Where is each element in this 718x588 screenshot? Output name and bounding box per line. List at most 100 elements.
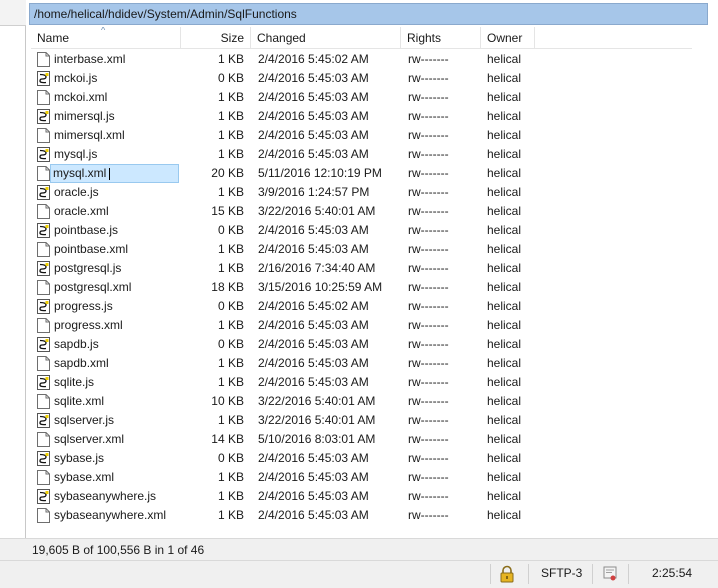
file-owner: helical xyxy=(487,337,522,351)
file-row[interactable]: sqlserver.xml 14 KB 5/10/2016 8:03:01 AM rw… xyxy=(31,430,692,449)
file-rights: rw------- xyxy=(408,470,449,484)
file-size: 1 KB xyxy=(217,109,244,123)
file-rights: rw------- xyxy=(408,356,449,370)
file-rights: rw------- xyxy=(408,508,449,522)
protocol-label: SFTP-3 xyxy=(541,566,583,580)
lock-icon[interactable] xyxy=(499,565,515,583)
file-row[interactable]: mckoi.xml 1 KB 2/4/2016 5:45:03 AM rw------… xyxy=(31,88,692,107)
file-rights: rw------- xyxy=(408,204,449,218)
xml-file-icon xyxy=(37,318,50,333)
statusbar-divider xyxy=(628,564,629,584)
file-rights: rw------- xyxy=(408,109,449,123)
file-name: sqlite.xml xyxy=(54,394,105,408)
file-row[interactable]: progress.js 0 KB 2/4/2016 5:45:02 AM rw----… xyxy=(31,297,692,316)
column-name[interactable]: Name ^ xyxy=(31,27,181,49)
js-file-icon xyxy=(37,489,50,504)
file-row[interactable]: progress.xml 1 KB 2/4/2016 5:45:03 AM rw---… xyxy=(31,316,692,335)
column-size[interactable]: Size xyxy=(181,27,251,49)
xml-file-icon xyxy=(37,508,50,523)
file-size: 1 KB xyxy=(217,90,244,104)
text-caret xyxy=(109,168,110,180)
js-file-icon xyxy=(37,451,50,466)
file-row[interactable]: sybase.js 0 KB 2/4/2016 5:45:03 AM rw------… xyxy=(31,449,692,468)
file-row[interactable]: sybase.xml 1 KB 2/4/2016 5:45:03 AM rw-----… xyxy=(31,468,692,487)
file-row[interactable]: sqlite.xml 10 KB 3/22/2016 5:40:01 AM rw---… xyxy=(31,392,692,411)
file-row[interactable]: sapdb.js 0 KB 2/4/2016 5:45:03 AM rw-------… xyxy=(31,335,692,354)
left-pane xyxy=(0,0,26,538)
js-file-icon xyxy=(37,261,50,276)
file-name: sapdb.js xyxy=(54,337,99,351)
column-owner[interactable]: Owner xyxy=(481,27,535,49)
file-name: postgresql.js xyxy=(54,261,122,275)
file-row[interactable]: pointbase.js 0 KB 2/4/2016 5:45:03 AM rw---… xyxy=(31,221,692,240)
file-changed: 2/4/2016 5:45:03 AM xyxy=(258,489,369,503)
left-pane-header xyxy=(0,0,26,26)
file-row[interactable]: interbase.xml 1 KB 2/4/2016 5:45:02 AM rw--… xyxy=(31,50,692,69)
file-owner: helical xyxy=(487,128,522,142)
file-name: progress.xml xyxy=(54,318,123,332)
file-list[interactable]: Name ^ Size Changed Rights Owner interba… xyxy=(31,27,718,538)
file-changed: 2/4/2016 5:45:02 AM xyxy=(258,299,369,313)
file-changed: 3/22/2016 5:40:01 AM xyxy=(258,413,376,427)
file-row[interactable]: oracle.xml 15 KB 3/22/2016 5:40:01 AM rw---… xyxy=(31,202,692,221)
file-row[interactable]: mimersql.js 1 KB 2/4/2016 5:45:03 AM rw----… xyxy=(31,107,692,126)
session-time: 2:25:54 xyxy=(652,566,693,580)
path-bar[interactable]: /home/helical/hdidev/System/Admin/SqlFun… xyxy=(29,3,708,25)
file-row[interactable]: sqlite.js 1 KB 2/4/2016 5:45:03 AM rw------… xyxy=(31,373,692,392)
file-size: 0 KB xyxy=(217,451,244,465)
file-size: 0 KB xyxy=(217,223,244,237)
xml-file-icon xyxy=(37,470,50,485)
file-changed: 2/4/2016 5:45:03 AM xyxy=(258,90,369,104)
file-owner: helical xyxy=(487,71,522,85)
file-row[interactable]: mckoi.js 0 KB 2/4/2016 5:45:03 AM rw-------… xyxy=(31,69,692,88)
file-row[interactable]: postgresql.js 1 KB 2/16/2016 7:34:40 AM rw-… xyxy=(31,259,692,278)
selection-info: 19,605 B of 100,556 B in 1 of 46 xyxy=(32,543,205,557)
file-name: mysql.xml xyxy=(53,166,107,180)
file-size: 1 KB xyxy=(217,147,244,161)
column-size-label: Size xyxy=(220,31,244,45)
file-name: sybaseanywhere.js xyxy=(54,489,157,503)
column-owner-label: Owner xyxy=(487,31,523,45)
file-size: 1 KB xyxy=(217,242,244,256)
file-name: mckoi.js xyxy=(54,71,98,85)
certificate-icon[interactable] xyxy=(602,565,618,583)
file-row[interactable]: mysql.js 1 KB 2/4/2016 5:45:03 AM rw-------… xyxy=(31,145,692,164)
file-rights: rw------- xyxy=(408,223,449,237)
file-row[interactable]: sybaseanywhere.xml 1 KB 2/4/2016 5:45:03 A… xyxy=(31,506,692,525)
file-owner: helical xyxy=(487,280,522,294)
xml-file-icon xyxy=(37,166,50,181)
xml-file-icon xyxy=(37,52,50,67)
file-owner: helical xyxy=(487,318,522,332)
file-owner: helical xyxy=(487,356,522,370)
js-file-icon xyxy=(37,375,50,390)
rename-input[interactable]: mysql.xml xyxy=(50,164,179,183)
js-file-icon xyxy=(37,71,50,86)
file-owner: helical xyxy=(487,394,522,408)
file-owner: helical xyxy=(487,432,522,446)
file-size: 1 KB xyxy=(217,375,244,389)
file-size: 15 KB xyxy=(211,204,244,218)
column-rights[interactable]: Rights xyxy=(401,27,481,49)
file-row[interactable]: sybaseanywhere.js 1 KB 2/4/2016 5:45:03 AM… xyxy=(31,487,692,506)
statusbar-divider xyxy=(592,564,593,584)
file-row[interactable]: mysql.xml 20 KB 5/11/2016 12:10:19 PM rw---… xyxy=(31,164,692,183)
status-bar: SFTP-3 2:25:54 xyxy=(0,560,718,588)
file-rights: rw------- xyxy=(408,52,449,66)
file-row[interactable]: oracle.js 1 KB 3/9/2016 1:24:57 PM rw------… xyxy=(31,183,692,202)
column-changed[interactable]: Changed xyxy=(251,27,401,49)
file-rights: rw------- xyxy=(408,242,449,256)
file-row[interactable]: sapdb.xml 1 KB 2/4/2016 5:45:03 AM rw------… xyxy=(31,354,692,373)
file-row[interactable]: mimersql.xml 1 KB 2/4/2016 5:45:03 AM rw---… xyxy=(31,126,692,145)
file-size: 1 KB xyxy=(217,356,244,370)
file-rights: rw------- xyxy=(408,394,449,408)
file-row[interactable]: postgresql.xml 18 KB 3/15/2016 10:25:59 AM… xyxy=(31,278,692,297)
xml-file-icon xyxy=(37,90,50,105)
file-name: sybaseanywhere.xml xyxy=(54,508,167,522)
js-file-icon xyxy=(37,223,50,238)
file-row[interactable]: pointbase.xml 1 KB 2/4/2016 5:45:03 AM rw--… xyxy=(31,240,692,259)
file-owner: helical xyxy=(487,375,522,389)
xml-file-icon xyxy=(37,242,50,257)
file-name: sqlite.js xyxy=(54,375,95,389)
file-owner: helical xyxy=(487,52,522,66)
file-row[interactable]: sqlserver.js 1 KB 3/22/2016 5:40:01 AM rw--… xyxy=(31,411,692,430)
